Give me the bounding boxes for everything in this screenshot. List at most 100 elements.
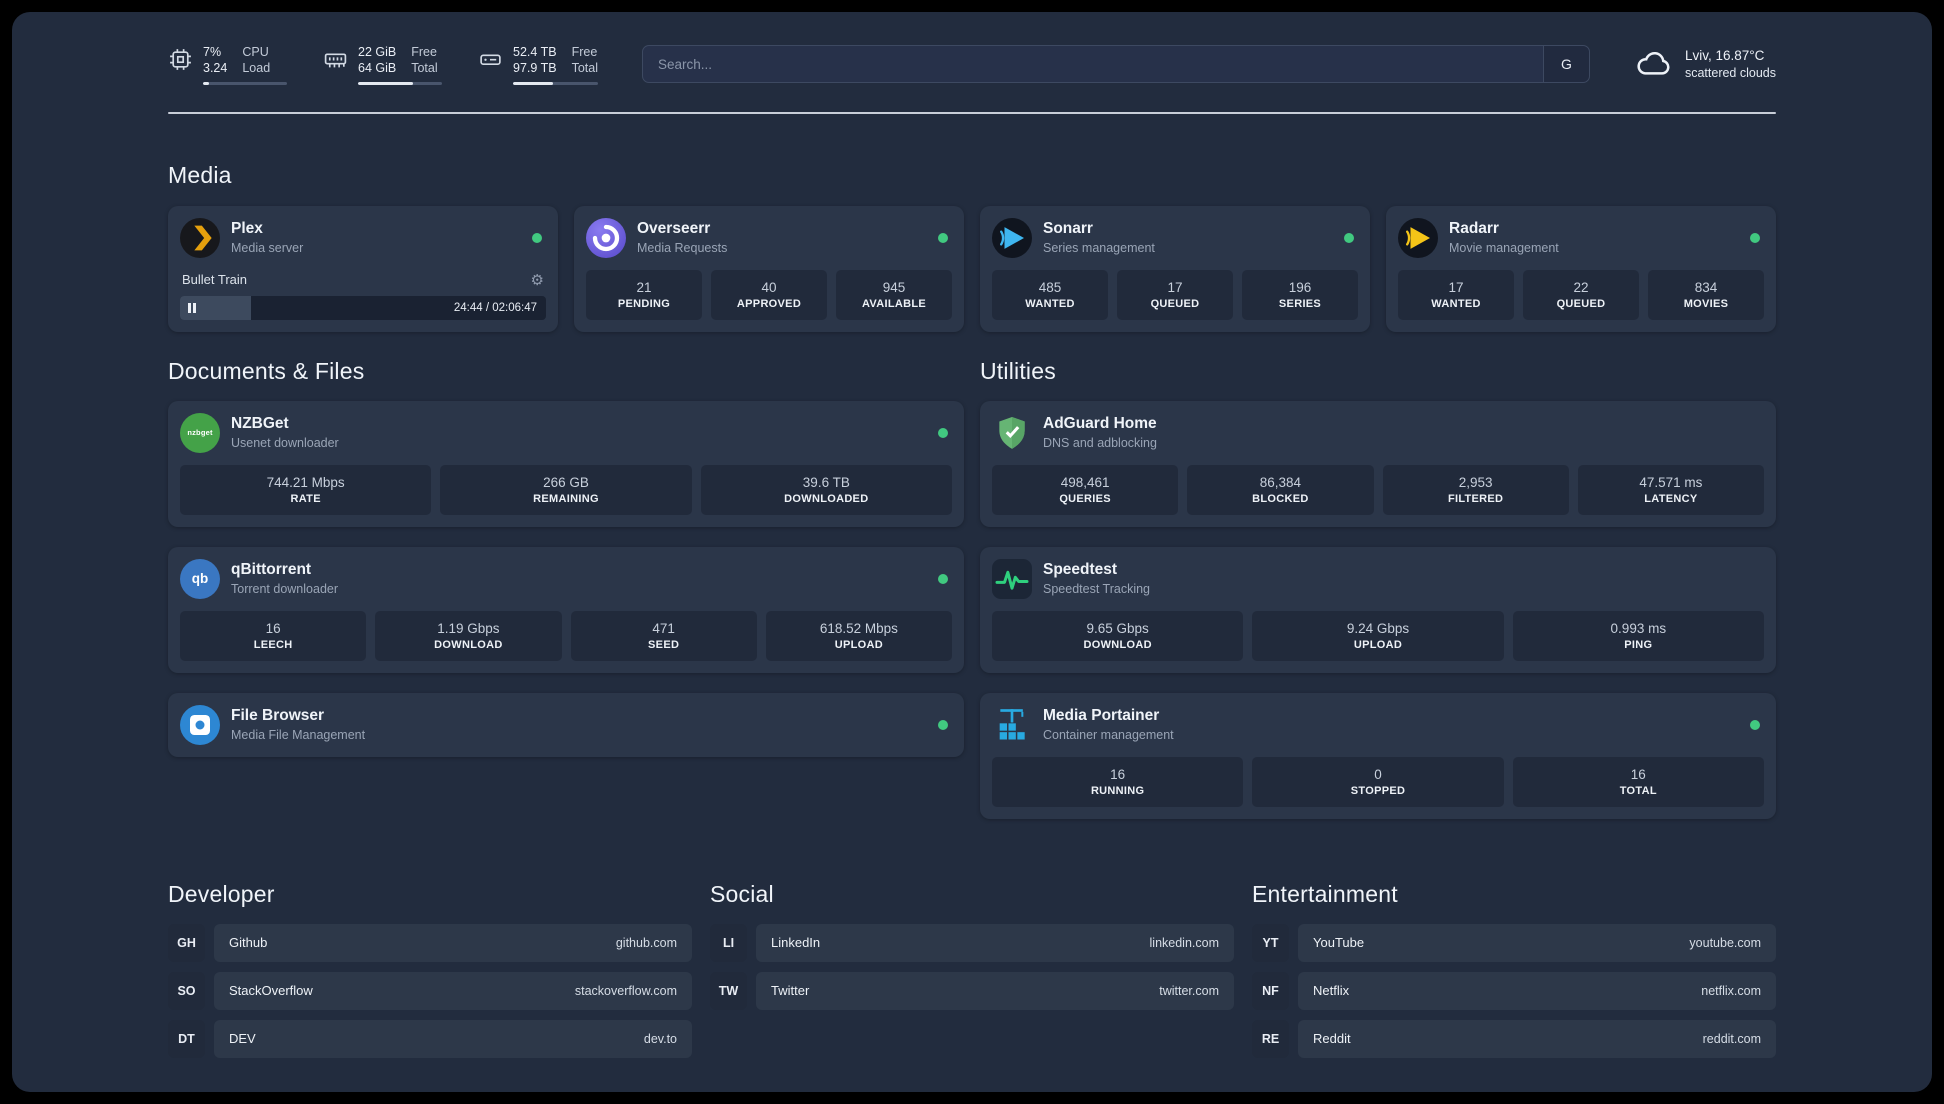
link-twitter[interactable]: TW Twitter twitter.com <box>710 971 1234 1010</box>
dashboard: 7% 3.24 CPU Load 22 GiB 64 GiB Free Tota… <box>12 12 1932 1092</box>
stat-queued: 22 QUEUED <box>1523 269 1639 320</box>
weather-location-temp: Lviv, 16.87°C <box>1684 47 1765 63</box>
status-dot <box>1344 232 1354 243</box>
app-card-adguard[interactable]: AdGuard Home DNS and adblocking 498,461 Q… <box>980 400 1776 527</box>
app-name: Overseerr <box>637 220 711 238</box>
link-label: Github <box>229 935 268 950</box>
section-title-entertainment: Entertainment <box>1252 880 1398 907</box>
app-subtitle: Media File Management <box>231 727 366 742</box>
status-dot <box>1750 719 1760 730</box>
link-abbr: GH <box>168 923 205 962</box>
ram-icon <box>323 44 348 72</box>
app-name: NZBGet <box>231 415 289 433</box>
stat-rate: 744.21 Mbps RATE <box>180 464 432 515</box>
link-stackoverflow[interactable]: SO StackOverflow stackoverflow.com <box>168 971 692 1010</box>
stat-pending: 21 PENDING <box>586 269 702 320</box>
filebrowser-icon <box>180 704 220 745</box>
app-card-filebrowser[interactable]: File Browser Media File Management <box>168 692 964 757</box>
stat-download: 9.65 Gbps DOWNLOAD <box>992 610 1244 661</box>
stat-series: 196 SERIES <box>1242 269 1358 320</box>
link-url: linkedin.com <box>1149 935 1219 950</box>
app-card-portainer[interactable]: Media Portainer Container management 16 R… <box>980 692 1776 819</box>
link-youtube[interactable]: YT YouTube youtube.com <box>1252 923 1776 962</box>
link-linkedin[interactable]: LI LinkedIn linkedin.com <box>710 923 1234 962</box>
stat-seed: 471 SEED <box>570 610 757 661</box>
link-url: dev.to <box>643 1031 677 1046</box>
status-dot <box>938 573 948 584</box>
cpu-label2: Load <box>242 61 271 76</box>
weather-widget[interactable]: Lviv, 16.87°C scattered clouds <box>1634 47 1776 82</box>
section-utilities: Utilities AdGuard Home DNS and adblockin… <box>980 358 1776 819</box>
track-title: Bullet Train <box>182 272 248 287</box>
link-github[interactable]: GH Github github.com <box>168 923 692 962</box>
link-label: YouTube <box>1313 935 1365 950</box>
app-card-speedtest[interactable]: Speedtest Speedtest Tracking 9.65 Gbps DO… <box>980 546 1776 673</box>
section-social: Social LI LinkedIn linkedin.com TW Twitte… <box>710 881 1234 1010</box>
app-subtitle: DNS and adblocking <box>1043 435 1157 450</box>
stat-total: 16 TOTAL <box>1512 756 1764 807</box>
search-bar: G <box>641 45 1590 84</box>
cpu-label: CPU <box>242 45 269 59</box>
link-reddit[interactable]: RE Reddit reddit.com <box>1252 1019 1776 1058</box>
link-url: netflix.com <box>1701 983 1761 998</box>
portainer-crane-icon <box>992 705 1032 745</box>
section-title-social: Social <box>710 880 774 907</box>
stat-ping: 0.993 ms PING <box>1512 610 1764 661</box>
status-dot <box>938 232 948 243</box>
stat-queries: 498,461 QUERIES <box>992 464 1179 515</box>
app-card-plex[interactable]: Plex Media server Bullet Train ⚙ 24:44 /… <box>168 205 558 332</box>
section-title-documents: Documents & Files <box>168 357 365 384</box>
app-name: Plex <box>231 220 263 238</box>
link-abbr: DT <box>168 1019 205 1058</box>
app-card-nzbget[interactable]: nzbget NZBGet Usenet downloader 744.21 M… <box>168 400 964 527</box>
speedtest-icon <box>992 558 1032 599</box>
app-name: qBittorrent <box>231 561 312 579</box>
disk-usage-bar <box>513 81 598 85</box>
link-label: StackOverflow <box>229 983 313 998</box>
status-dot <box>938 427 948 438</box>
cpu-load: 3.24 <box>203 61 228 76</box>
gear-icon[interactable]: ⚙ <box>531 271 544 289</box>
disk-label: Free <box>571 45 598 59</box>
weather-condition: scattered clouds <box>1684 65 1776 80</box>
link-dev[interactable]: DT DEV dev.to <box>168 1019 692 1058</box>
ram-total: 64 GiB <box>358 61 397 76</box>
ram-usage-bar <box>358 81 442 85</box>
link-label: DEV <box>229 1031 256 1046</box>
stat-blocked: 86,384 BLOCKED <box>1187 464 1374 515</box>
link-label: Reddit <box>1313 1031 1351 1046</box>
status-dot <box>1750 232 1760 243</box>
link-abbr: YT <box>1252 923 1289 962</box>
app-card-qbittorrent[interactable]: qb qBittorrent Torrent downloader 16 LEEC… <box>168 546 964 673</box>
adguard-shield-icon <box>992 413 1032 453</box>
app-subtitle: Media server <box>231 240 304 255</box>
link-abbr: RE <box>1252 1019 1289 1058</box>
disk-total: 97.9 TB <box>513 61 557 76</box>
app-card-radarr[interactable]: Radarr Movie management 17 WANTED 22 QUEUE… <box>1386 205 1776 332</box>
search-input[interactable] <box>642 46 1543 83</box>
qbittorrent-icon: qb <box>180 558 220 599</box>
app-card-overseerr[interactable]: Overseerr Media Requests 21 PENDING 40 APP… <box>574 205 964 332</box>
link-url: reddit.com <box>1702 1031 1761 1046</box>
app-name: Sonarr <box>1043 220 1093 238</box>
app-subtitle: Movie management <box>1449 240 1559 255</box>
search-engine-button[interactable]: G <box>1542 46 1589 83</box>
stat-upload: 618.52 Mbps UPLOAD <box>765 610 952 661</box>
link-netflix[interactable]: NF Netflix netflix.com <box>1252 971 1776 1010</box>
link-url: youtube.com <box>1689 935 1761 950</box>
stat-running: 16 RUNNING <box>992 756 1244 807</box>
disk-icon <box>478 44 503 72</box>
stat-stopped: 0 STOPPED <box>1252 756 1504 807</box>
overseerr-icon <box>586 217 626 258</box>
link-abbr: TW <box>710 971 747 1010</box>
stat-filtered: 2,953 FILTERED <box>1382 464 1569 515</box>
app-card-sonarr[interactable]: Sonarr Series management 485 WANTED 17 QUE… <box>980 205 1370 332</box>
topbar: 7% 3.24 CPU Load 22 GiB 64 GiB Free Tota… <box>168 44 1776 85</box>
app-name: File Browser <box>231 707 325 725</box>
stat-downloaded: 39.6 TB DOWNLOADED <box>700 464 952 515</box>
stat-approved: 40 APPROVED <box>711 269 827 320</box>
disk-metric: 52.4 TB 97.9 TB Free Total <box>478 44 598 85</box>
playback-progress-bar[interactable]: 24:44 / 02:06:47 <box>180 295 546 320</box>
pause-icon[interactable] <box>188 302 196 313</box>
sonarr-icon <box>992 217 1032 258</box>
